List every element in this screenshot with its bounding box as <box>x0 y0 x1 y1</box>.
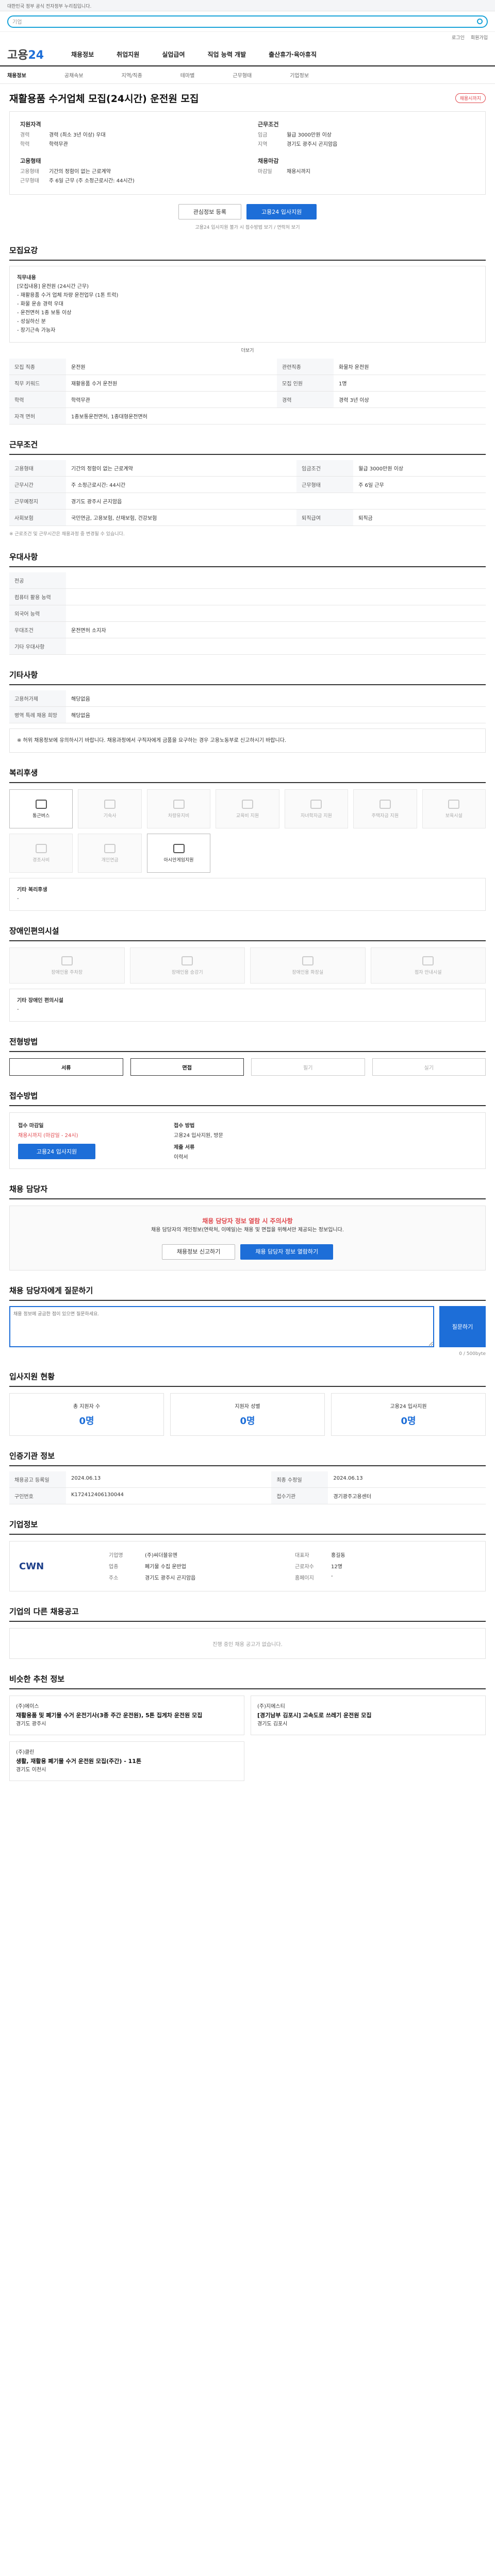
facility-item: 장애인용 화장실 <box>250 947 366 984</box>
stat-card: 총 지원자 수 0명 <box>9 1393 164 1436</box>
recommend-card[interactable]: (주)에이스 재활용품 및 폐기물 수거 운전기사(3종 주간 운전원), 5톤 … <box>9 1696 244 1735</box>
section-title: 입사지원 현황 <box>9 1371 486 1387</box>
process-step: 필기 <box>251 1058 365 1076</box>
welfare-icon <box>35 843 47 853</box>
process-step: 실기 <box>372 1058 486 1076</box>
prefer-table: 전공 컴퓨터 활용 능력 외국어 능력 우대조건 운전면허 소지자 기타 우대사항 <box>9 572 486 655</box>
welfare-item: 교육비 지원 <box>216 789 279 828</box>
apply-button[interactable]: 고용24 입사지원 <box>246 204 317 219</box>
section-title: 기업의 다른 채용공고 <box>9 1606 486 1622</box>
welfare-icon <box>448 799 460 809</box>
welfare-item: 주택자금 지원 <box>353 789 417 828</box>
subnav-news[interactable]: 공채속보 <box>64 71 84 79</box>
facility-item: 장애인용 주차장 <box>9 947 125 984</box>
subnav-company[interactable]: 기업정보 <box>290 71 309 79</box>
facility-icon <box>422 956 434 965</box>
apply-info: 접수 마감일 채용시까지 (마감일 - 24시) 고용24 입사지원 접수 방법 고… <box>9 1112 486 1169</box>
welfare-item: 아시안게임지원 <box>146 834 211 873</box>
process-step: 면접 <box>130 1058 244 1076</box>
gnb-support[interactable]: 취업지원 <box>117 50 139 59</box>
logo[interactable]: 고용24 <box>7 46 48 62</box>
view-manager-button[interactable]: 채용 담당자 정보 열람하기 <box>240 1244 334 1260</box>
other-table: 고용허가제 해당없음 병역 특례 채용 희망 해당없음 <box>9 690 486 723</box>
welfare-icon <box>35 799 47 809</box>
apply-button[interactable]: 고용24 입사지원 <box>18 1144 95 1159</box>
reg-table: 채용공고 등록일 2024.06.13 최종 수정일 2024.06.13 구인번호 K… <box>9 1471 486 1504</box>
notice-box: ※ 허위 채용정보에 유의하시기 바랍니다. 채용과정에서 구직자에게 금품을 … <box>9 728 486 753</box>
facility-item: 점자 안내시설 <box>370 947 486 984</box>
section-title: 복리후생 <box>9 767 486 783</box>
login-link[interactable]: 로그인 <box>452 34 465 41</box>
welfare-item: 경조사비 <box>9 834 73 873</box>
section-title: 인증기관 정보 <box>9 1450 486 1466</box>
report-button[interactable]: 채용정보 신고하기 <box>161 1244 236 1260</box>
summary-panel: 지원자격 경력 경력 (최소 3년 이상) 우대 학력 학력무관 근무조건 임금 월급… <box>9 111 486 195</box>
welfare-item: 차량유지비 <box>146 789 211 828</box>
section-title: 모집요강 <box>9 245 486 261</box>
facility-item: 장애인용 승강기 <box>129 947 245 984</box>
job-description: 직무내용 [모집내용] 운전원 (24시간 근무) - 재활용품 수거 업체 차량… <box>9 266 486 343</box>
subnav-theme[interactable]: 테마별 <box>180 71 195 79</box>
section-title: 기업정보 <box>9 1519 486 1535</box>
manager-warning: 채용 담당자 정보 열람 시 주의사항 채용 담당자의 개인정보(연락처, 이메… <box>9 1206 486 1270</box>
gnb-training[interactable]: 직업 능력 개발 <box>208 50 246 59</box>
welfare-icon <box>104 843 116 853</box>
apply-note: 고용24 입사지원 불가 시 접수방법 보기 / 연락처 보기 <box>195 225 300 230</box>
search-icon[interactable] <box>477 19 483 24</box>
subnav-type[interactable]: 근무형태 <box>233 71 252 79</box>
facility-icon <box>302 956 314 965</box>
welfare-icon <box>310 799 322 809</box>
welfare-icon <box>173 843 185 853</box>
welfare-icon <box>241 799 253 809</box>
welfare-icon <box>379 799 391 809</box>
stat-card: 지원자 성별 0명 <box>170 1393 325 1436</box>
signup-link[interactable]: 회원가입 <box>471 34 488 41</box>
welfare-icon <box>104 799 116 809</box>
empty-state: 진행 중인 채용 공고가 없습니다. <box>9 1628 486 1659</box>
section-title: 전형방법 <box>9 1036 486 1052</box>
welfare-item: 통근버스 <box>9 789 73 828</box>
welfare-item: 보육시설 <box>422 789 486 828</box>
welfare-icon <box>173 799 185 809</box>
recommend-card[interactable]: (주)지에스티 [경기남부 김포시] 고속도로 쓰레기 운전원 모집 경기도 김포시 <box>251 1696 486 1735</box>
gnb-leave[interactable]: 출산휴가·육아휴직 <box>269 50 317 59</box>
facility-icon <box>182 956 193 965</box>
search-input[interactable]: 기업 <box>7 15 488 28</box>
section-title: 근무조건 <box>9 439 486 455</box>
recommend-card[interactable]: (주)클린 생활, 재활용 폐기물 수거 운전원 모집(주간) - 11톤 경기도 … <box>9 1741 244 1781</box>
process-step: 서류 <box>9 1058 123 1076</box>
save-interest-button[interactable]: 관심정보 등록 <box>178 204 241 219</box>
welfare-item: 개인연금 <box>78 834 142 873</box>
company-card: CWN 기업명 (주)씨더블유엔 대표자 홍길동 업종 폐기물 수집 운반업 근로자수 12… <box>9 1541 486 1591</box>
subnav-jobs[interactable]: 채용정보 <box>7 71 26 79</box>
question-submit-button[interactable]: 질문하기 <box>439 1306 486 1347</box>
more-button[interactable]: 더보기 <box>9 347 486 353</box>
page-title: 재활용품 수거업체 모집(24시간) 운전원 모집 <box>9 93 199 105</box>
facility-icon <box>61 956 73 965</box>
welfare-item: 자녀학자금 지원 <box>284 789 349 828</box>
welfare-item: 기숙사 <box>78 789 142 828</box>
stat-card: 고용24 입사지원 0명 <box>331 1393 486 1436</box>
section-title: 우대사항 <box>9 551 486 567</box>
recruit-table: 모집 직종 운전원 관련직종 화물차 운전원 직무 키워드 재활용품 수거 운전원 모집 … <box>9 359 486 425</box>
section-title: 채용 담당자 <box>9 1183 486 1199</box>
section-title: 접수방법 <box>9 1090 486 1106</box>
section-title: 비슷한 추천 정보 <box>9 1673 486 1689</box>
section-title: 채용 담당자에게 질문하기 <box>9 1285 486 1301</box>
subnav-region[interactable]: 지역/직종 <box>122 71 142 79</box>
question-input[interactable] <box>9 1306 434 1347</box>
gnb-benefit[interactable]: 실업급여 <box>162 50 185 59</box>
gnb-jobs[interactable]: 채용정보 <box>71 50 94 59</box>
section-title: 기타사항 <box>9 669 486 685</box>
company-logo: CWN <box>19 1561 44 1572</box>
status-badge: 채용시까지 <box>455 93 486 103</box>
gov-banner: 대한민국 정부 공식 전자정부 누리집입니다. <box>0 0 495 11</box>
section-title: 장애인편의시설 <box>9 925 486 941</box>
condition-table: 고용형태 기간의 정함이 없는 근로계약 임금조건 월급 3000만원 이상 근무시간… <box>9 460 486 526</box>
